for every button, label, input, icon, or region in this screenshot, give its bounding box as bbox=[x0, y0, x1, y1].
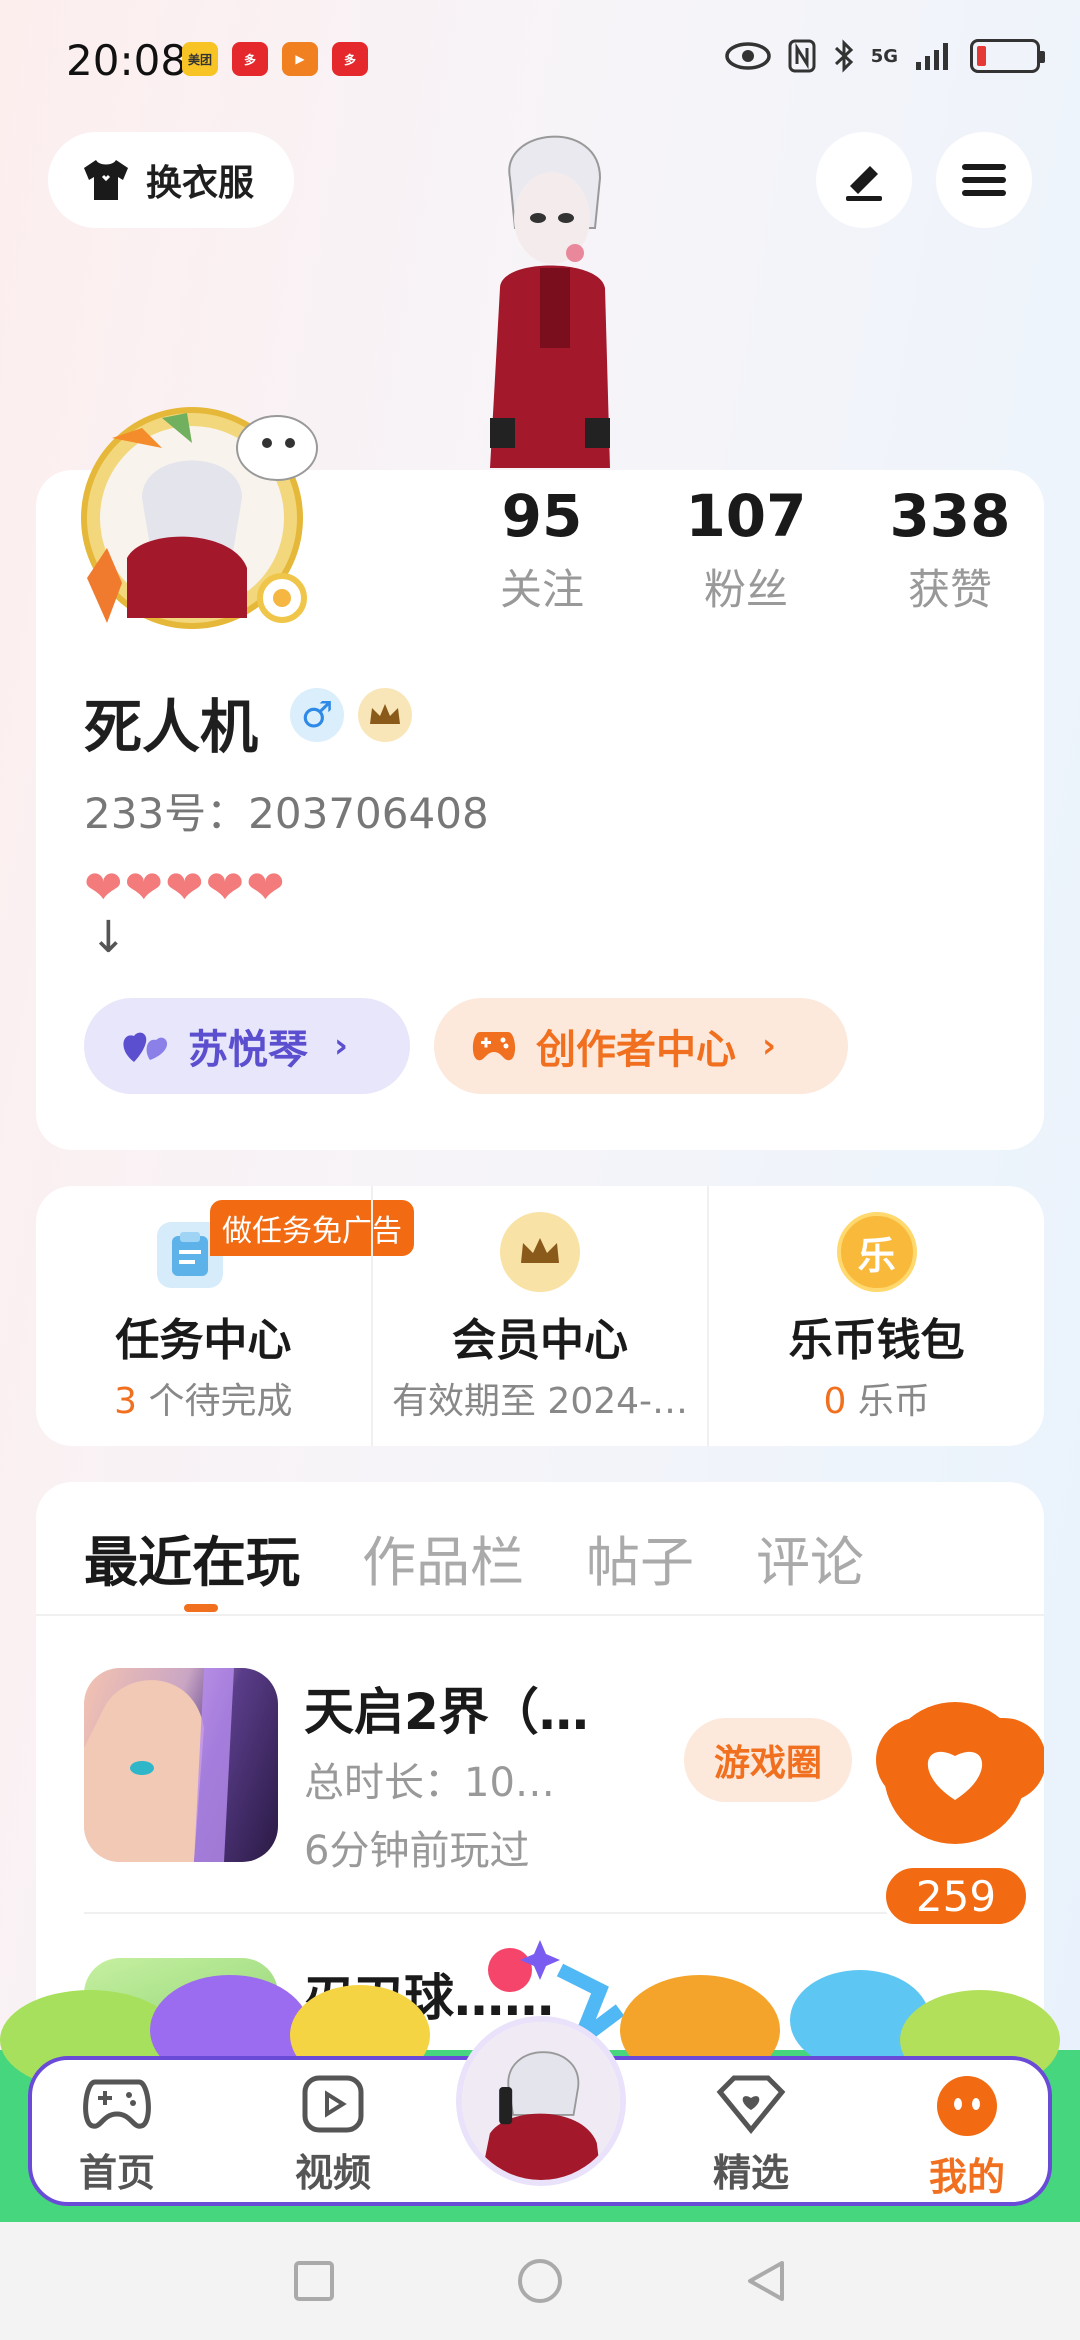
profile-stats: 95 关注 107 粉丝 338 获赞 bbox=[440, 482, 1052, 617]
profile-face-icon bbox=[937, 2076, 997, 2136]
relationship-label: 苏悦琴 bbox=[188, 1027, 308, 1073]
list-item[interactable]: 天启2界（… 总时长：10… 6分钟前玩过 游戏圈 玩游戏 bbox=[84, 1668, 1044, 1874]
pinduoduo-icon: 多 bbox=[332, 42, 368, 76]
bio-arrow: ↓ bbox=[90, 912, 127, 963]
gamepad-icon bbox=[83, 2079, 151, 2129]
wardrobe-label: 换衣服 bbox=[146, 163, 255, 204]
battery-icon bbox=[970, 39, 1045, 73]
status-app-icons: 美团 多 ▶ 多 bbox=[182, 42, 368, 76]
chevron-right-icon: › bbox=[762, 1026, 777, 1066]
stat-followers[interactable]: 107 粉丝 bbox=[644, 482, 848, 617]
heart-icon bbox=[927, 1751, 983, 1800]
divider bbox=[84, 1912, 996, 1914]
coin-balance: 0 bbox=[823, 1381, 847, 1422]
heart-gem-icon bbox=[716, 2075, 786, 2134]
divider bbox=[36, 1614, 1044, 1616]
video-app-icon: ▶ bbox=[282, 42, 318, 76]
status-time: 20:08 bbox=[66, 36, 188, 85]
game-thumbnail[interactable] bbox=[84, 1668, 278, 1862]
heart-pair-icon bbox=[123, 1032, 168, 1062]
coin-wallet-button[interactable]: 乐 乐币钱包 0 乐币 bbox=[707, 1186, 1044, 1446]
stat-label: 粉丝 bbox=[703, 565, 788, 614]
coin-wallet-title: 乐币钱包 bbox=[788, 1315, 965, 1366]
nav-mine[interactable]: 我的 bbox=[902, 2074, 1032, 2201]
tab-posts[interactable]: 帖子 bbox=[586, 1518, 694, 1597]
nfc-icon bbox=[788, 39, 816, 73]
nav-home[interactable]: 首页 bbox=[52, 2074, 182, 2197]
vip-center-title: 会员中心 bbox=[452, 1315, 628, 1366]
male-icon: ♂ bbox=[290, 688, 344, 742]
back-icon[interactable] bbox=[744, 2257, 788, 2305]
quick-actions-card: 做任务免广告 任务中心 3 个待完成 会员中心 有效期至 2024-… 乐 乐币… bbox=[36, 1186, 1044, 1446]
stat-value: 95 bbox=[501, 482, 583, 550]
wardrobe-button[interactable]: 换衣服 bbox=[48, 132, 294, 228]
edit-button[interactable] bbox=[816, 132, 912, 228]
stat-value: 338 bbox=[889, 482, 1011, 550]
relationship-pill-button[interactable]: 苏悦琴 › bbox=[84, 998, 410, 1094]
crown-icon bbox=[500, 1212, 580, 1292]
stat-likes[interactable]: 338 获赞 bbox=[848, 482, 1052, 617]
like-button[interactable] bbox=[884, 1702, 1026, 1844]
status-bar: 20:08 美团 多 ▶ 多 5G bbox=[0, 0, 1080, 120]
vip-center-button[interactable]: 会员中心 有效期至 2024-… bbox=[370, 1186, 708, 1446]
task-count: 3 bbox=[114, 1381, 138, 1422]
avatar-figure[interactable] bbox=[460, 118, 640, 468]
tab-recently-played[interactable]: 最近在玩 bbox=[84, 1518, 300, 1597]
stat-following[interactable]: 95 关注 bbox=[440, 482, 644, 617]
tab-comments[interactable]: 评论 bbox=[756, 1518, 864, 1597]
meituan-icon: 美团 bbox=[182, 42, 218, 76]
task-center-subtitle: 3 个待完成 bbox=[44, 1372, 363, 1424]
menu-icon bbox=[962, 164, 1006, 196]
task-count-suffix: 个待完成 bbox=[137, 1381, 293, 1422]
creator-center-button[interactable]: 创作者中心 › bbox=[434, 998, 848, 1094]
center-avatar-button[interactable] bbox=[456, 2016, 626, 2186]
bio-hearts: ❤❤❤❤❤ bbox=[84, 860, 287, 914]
status-indicators: 5G bbox=[724, 38, 1045, 74]
coin-wallet-subtitle: 0 乐币 bbox=[717, 1372, 1036, 1424]
active-tab-indicator bbox=[184, 1604, 218, 1612]
profile-avatar[interactable] bbox=[72, 388, 332, 638]
stat-label: 获赞 bbox=[907, 565, 992, 614]
task-center-button[interactable]: 做任务免广告 任务中心 3 个待完成 bbox=[36, 1186, 414, 1446]
creator-center-label: 创作者中心 bbox=[536, 1027, 736, 1073]
pen-icon bbox=[846, 166, 882, 201]
task-center-title: 任务中心 bbox=[115, 1315, 292, 1366]
system-nav-bar bbox=[0, 2222, 1080, 2340]
crown-icon[interactable] bbox=[358, 688, 412, 742]
nav-video[interactable]: 视频 bbox=[268, 2074, 398, 2197]
pinduoduo-icon: 多 bbox=[232, 42, 268, 76]
recent-apps-icon[interactable] bbox=[292, 2259, 336, 2303]
user-id: 233号：203706408 bbox=[84, 789, 489, 838]
nav-featured[interactable]: 精选 bbox=[686, 2074, 816, 2197]
like-count: 259 bbox=[882, 1864, 1030, 1928]
coin-unit: 乐币 bbox=[846, 1381, 930, 1422]
stat-value: 107 bbox=[685, 482, 807, 550]
gamepad-icon bbox=[472, 1032, 516, 1061]
game-circle-button[interactable]: 游戏圈 bbox=[684, 1718, 852, 1802]
network-type: 5G bbox=[870, 45, 898, 67]
nav-label: 视频 bbox=[294, 2151, 371, 2195]
eye-icon bbox=[724, 42, 771, 70]
stat-label: 关注 bbox=[499, 565, 584, 614]
shirt-icon bbox=[84, 160, 128, 200]
signal-icon bbox=[916, 43, 948, 70]
menu-button[interactable] bbox=[936, 132, 1032, 228]
content-tabs: 最近在玩 作品栏 帖子 评论 bbox=[84, 1518, 864, 1597]
game-last-played: 6分钟前玩过 bbox=[304, 1828, 530, 1874]
nav-label: 我的 bbox=[928, 2155, 1005, 2199]
nav-label: 精选 bbox=[712, 2151, 789, 2195]
play-icon bbox=[302, 2075, 364, 2133]
tab-works[interactable]: 作品栏 bbox=[362, 1518, 524, 1597]
vip-center-subtitle: 有效期至 2024-… bbox=[391, 1381, 689, 1422]
username: 死人机 bbox=[84, 693, 259, 761]
coin-glyph: 乐 bbox=[857, 1233, 896, 1278]
nav-label: 首页 bbox=[78, 2151, 155, 2195]
chevron-right-icon: › bbox=[334, 1026, 349, 1066]
game-title: 天启2界（… bbox=[304, 1683, 589, 1741]
game-playtime: 总时长：10… bbox=[304, 1760, 555, 1806]
bluetooth-icon bbox=[834, 39, 853, 73]
home-icon[interactable] bbox=[516, 2257, 564, 2305]
coin-icon: 乐 bbox=[836, 1212, 917, 1292]
